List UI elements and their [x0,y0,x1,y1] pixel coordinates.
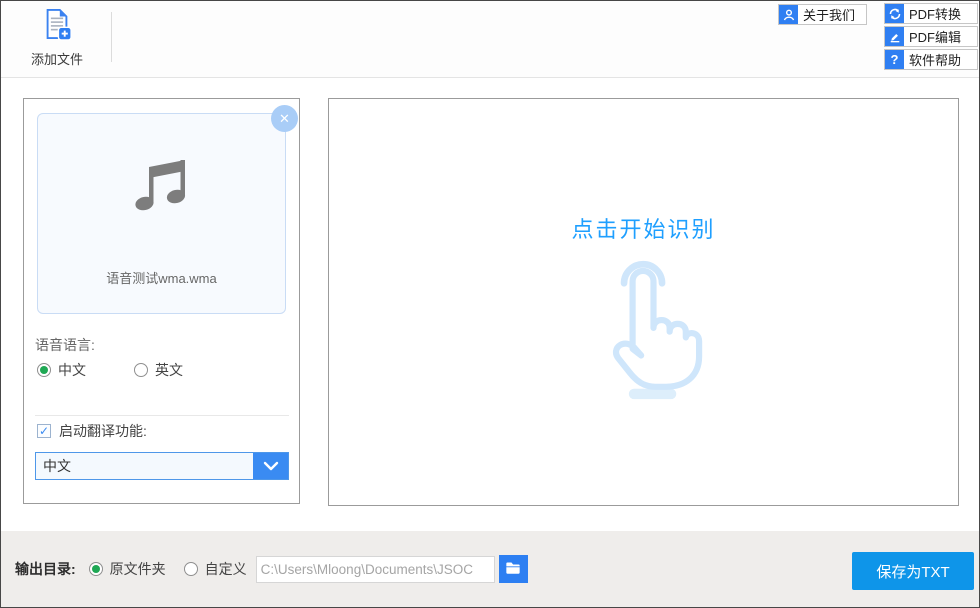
sync-icon [885,4,904,23]
radio-original-folder[interactable] [88,562,103,576]
voice-language-options: 中文 英文 [37,360,183,380]
start-recognition-label: 点击开始识别 [571,217,716,242]
voice-language-label: 语音语言: [35,337,95,353]
output-path-input[interactable] [255,555,495,583]
folder-icon [504,560,522,579]
audio-file-name: 语音测试wma.wma [106,271,217,286]
translate-language-select[interactable]: 中文 [35,452,289,480]
remove-file-button[interactable]: ✕ [271,105,298,132]
pen-icon [885,27,904,46]
output-options-row: 输出目录: 原文件夹 自定义 [15,531,528,607]
translate-language-value: 中文 [36,453,253,479]
toolbar: 添加文件 关于我们 PDF转换 PDF编辑 ? 软件帮助 [1,1,979,78]
radio-chinese-label[interactable]: 中文 [58,360,86,380]
about-us-label: 关于我们 [803,8,856,23]
radio-custom[interactable] [183,562,198,576]
question-icon: ? [885,50,904,69]
close-icon: ✕ [279,110,290,126]
translate-option-row: ✓ 启动翻译功能: [37,421,147,441]
person-icon [779,5,798,24]
save-as-txt-button[interactable]: 保存为TXT [852,552,974,590]
radio-english-label[interactable]: 英文 [155,360,183,380]
radio-original-folder-label[interactable]: 原文件夹 [110,559,166,579]
radio-english[interactable] [134,363,148,377]
pdf-edit-label: PDF编辑 [909,30,962,45]
music-note-icon [38,156,285,218]
app-window: 添加文件 关于我们 PDF转换 PDF编辑 ? 软件帮助 ✕ 语音测试wma.w… [0,0,980,608]
radio-chinese[interactable] [37,363,51,377]
start-recognition-area[interactable]: 点击开始识别 [328,98,959,506]
toolbar-divider [111,12,112,62]
tap-hand-icon [574,250,714,407]
output-bar: 输出目录: 原文件夹 自定义 保存为TXT [1,531,979,607]
about-us-button[interactable]: 关于我们 [778,4,867,25]
translate-checkbox[interactable]: ✓ [37,424,51,438]
translate-checkbox-label[interactable]: 启动翻译功能: [59,421,147,441]
add-file-button[interactable]: 添加文件 [19,5,95,73]
chevron-down-icon[interactable] [253,453,288,479]
file-settings-panel: ✕ 语音测试wma.wma 语音语言: 中文 英文 ✓ 启动翻译功能: 中文 [23,98,300,504]
audio-file-card[interactable]: 语音测试wma.wma [37,113,286,314]
help-label: 软件帮助 [909,53,962,68]
radio-custom-label[interactable]: 自定义 [205,559,247,579]
output-dir-label: 输出目录: [15,561,76,577]
help-button[interactable]: ? 软件帮助 [884,49,978,70]
browse-folder-button[interactable] [498,555,528,583]
add-file-icon [41,7,73,46]
check-icon: ✓ [38,424,50,438]
section-divider [35,415,289,416]
add-file-label: 添加文件 [30,52,83,67]
pdf-convert-button[interactable]: PDF转换 [884,3,978,24]
pdf-convert-label: PDF转换 [909,7,962,22]
pdf-edit-button[interactable]: PDF编辑 [884,26,978,47]
